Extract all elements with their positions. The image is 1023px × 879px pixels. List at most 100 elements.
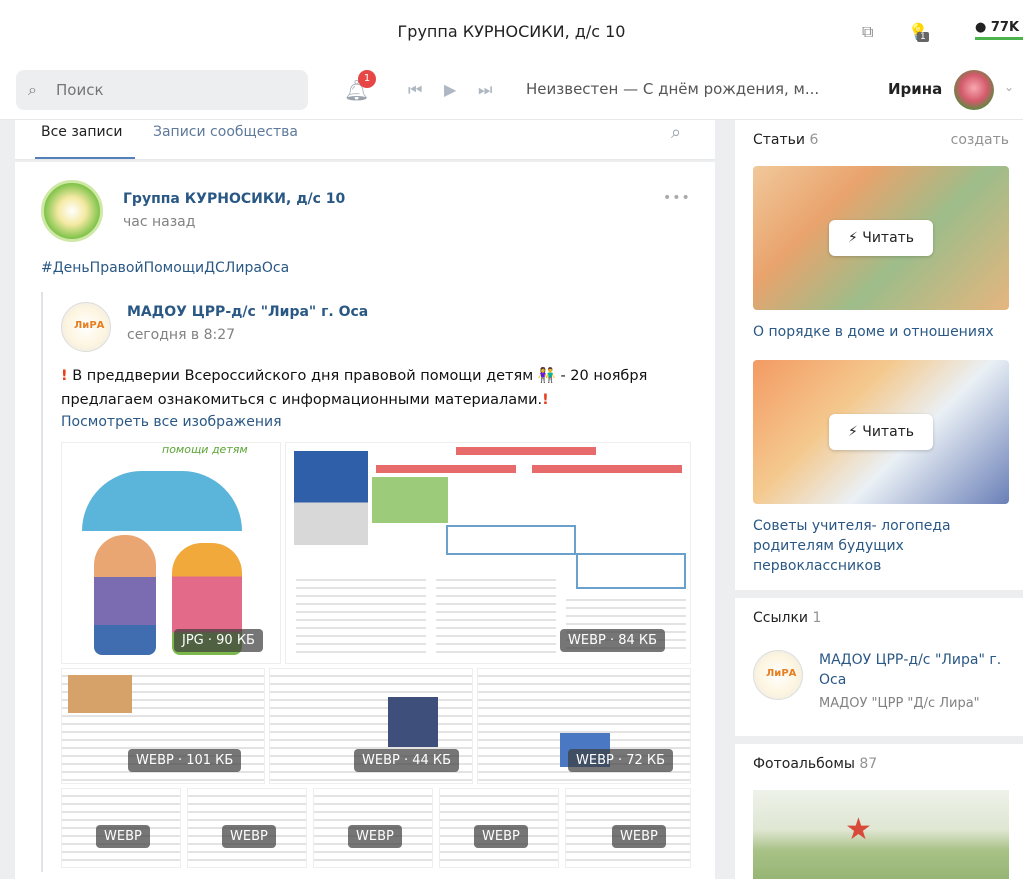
post-time[interactable]: час назад — [123, 214, 195, 230]
repost-text: ! В преддверии Всероссийского дня правов… — [61, 364, 691, 412]
image-caption: помощи детям — [162, 443, 248, 456]
search-input[interactable] — [56, 78, 296, 102]
tab-community-posts[interactable]: Записи сообщества — [153, 124, 298, 140]
doc-illustration — [388, 697, 438, 747]
repost-text-line1: В преддверии Всероссийского дня правовой… — [72, 368, 534, 384]
create-article-link[interactable]: создать — [951, 132, 1009, 148]
image-format-badge: WEBP — [348, 825, 402, 848]
right-sidebar: Статьи 6 создать ⚡ Читать О порядке в до… — [735, 120, 1023, 879]
read-article-button[interactable]: ⚡ Читать — [829, 220, 933, 256]
doc-box — [576, 553, 686, 589]
articles-card: Статьи 6 создать ⚡ Читать О порядке в до… — [735, 120, 1023, 590]
current-track[interactable]: Неизвестен — С днём рождения, м... — [526, 80, 819, 98]
gallery-image-doc[interactable]: WEBP — [439, 788, 559, 868]
post-author[interactable]: Группа КУРНОСИКИ, д/с 10 — [123, 191, 345, 207]
albums-count: 87 — [859, 756, 878, 772]
post-hashtag[interactable]: #ДеньПравойПомощиДСЛираОса — [41, 260, 289, 276]
top-navigation: ⌕ 🔔︎ 1 ⏮ ▶ ⏭ Неизвестен — С днём рождени… — [0, 60, 1023, 120]
albums-header[interactable]: Фотоальбомы 87 — [753, 756, 877, 772]
albums-title: Фотоальбомы — [753, 756, 855, 772]
chat-count: 77K — [990, 20, 1020, 35]
gallery-image-doc[interactable]: WEBP · 101 КБ — [61, 668, 265, 784]
article-cover-1[interactable]: ⚡ Читать — [753, 166, 1009, 310]
doc-text-block — [296, 573, 426, 653]
image-format-badge: WEBP · 44 КБ — [354, 749, 460, 772]
image-format-badge: WEBP · 84 КБ — [560, 629, 666, 652]
links-title: Ссылки — [753, 610, 809, 626]
article-title-1[interactable]: О порядке в доме и отношениях — [753, 322, 1009, 342]
main-column: Все записи Записи сообщества ⌕ Группа КУ… — [15, 120, 715, 879]
link-subtitle: МАДОУ "ЦРР "Д/с Лира" — [819, 696, 980, 711]
gallery-image-doc[interactable]: WEBP — [313, 788, 433, 868]
doc-header-bar — [456, 447, 596, 455]
gallery-image-doc[interactable]: WEBP · 72 КБ — [477, 668, 691, 784]
doc-header-bar — [376, 465, 516, 473]
repost-time[interactable]: сегодня в 8:27 — [127, 327, 235, 343]
links-header[interactable]: Ссылки 1 — [753, 610, 821, 626]
search-box[interactable]: ⌕ — [16, 70, 308, 110]
albums-card: Фотоальбомы 87 ★ — [735, 744, 1023, 879]
image-format-badge: JPG · 90 КБ — [174, 629, 263, 652]
next-track-icon[interactable]: ⏭ — [478, 80, 492, 100]
book-cover-graphic — [294, 451, 368, 545]
image-format-badge: WEBP — [612, 825, 666, 848]
active-tab-underline — [35, 157, 135, 159]
repost-block: ЛиРА МАДОУ ЦРР-д/с "Лира" г. Оса сегодня… — [41, 292, 701, 872]
tab-all-posts[interactable]: Все записи — [41, 124, 122, 140]
articles-count: 6 — [809, 132, 819, 148]
chevron-down-icon[interactable]: ⌄ — [1004, 80, 1014, 94]
search-icon[interactable]: ⌕ — [671, 122, 681, 143]
copy-window-icon[interactable]: ⧉ — [862, 22, 882, 42]
image-format-badge: WEBP — [474, 825, 528, 848]
repost-text-date: - 20 ноября — [560, 368, 648, 384]
articles-title: Статьи — [753, 132, 806, 148]
chat-indicator-line — [975, 37, 1023, 40]
gallery-image-doc[interactable]: WEBP — [187, 788, 307, 868]
children-emoji-icon: 👫 — [537, 368, 556, 384]
read-article-button[interactable]: ⚡ Читать — [829, 414, 933, 450]
exclamation-icon: ! — [542, 392, 549, 408]
exclamation-icon: ! — [61, 368, 68, 384]
repost-text-line2: предлагаем ознакомиться с информационным… — [61, 392, 543, 408]
icon-badge: 1 — [917, 32, 929, 42]
star-icon: ★ — [845, 812, 872, 847]
view-all-images-link[interactable]: Посмотреть все изображения — [61, 414, 282, 430]
gallery-image-umbrella[interactable]: помощи детям JPG · 90 КБ — [61, 442, 281, 664]
umbrella-graphic — [82, 471, 242, 531]
doc-illustration — [68, 675, 132, 713]
image-format-badge: WEBP — [222, 825, 276, 848]
link-title[interactable]: МАДОУ ЦРР-д/с "Лира" г. Оса — [819, 650, 1009, 690]
image-format-badge: WEBP — [96, 825, 150, 848]
image-format-badge: WEBP · 72 КБ — [568, 749, 674, 772]
previous-track-icon[interactable]: ⏮ — [408, 80, 422, 100]
album-cover[interactable]: ★ — [753, 790, 1009, 879]
article-cover-2[interactable]: ⚡ Читать — [753, 360, 1009, 504]
chat-counter[interactable]: ● 77K — [975, 20, 1019, 35]
doc-box — [446, 525, 576, 555]
search-icon: ⌕ — [28, 80, 37, 99]
user-avatar[interactable] — [954, 70, 994, 110]
more-options-icon[interactable]: ••• — [663, 190, 691, 206]
gallery-image-family-code[interactable]: WEBP · 84 КБ — [285, 442, 691, 664]
repost-avatar[interactable]: ЛиРА — [61, 302, 111, 352]
links-count: 1 — [812, 610, 822, 626]
repost-author[interactable]: МАДОУ ЦРР-д/с "Лира" г. Оса — [127, 304, 368, 320]
boy-graphic — [94, 535, 156, 655]
gallery-image-doc[interactable]: WEBP — [565, 788, 691, 868]
doc-text-block — [436, 573, 556, 653]
group-avatar[interactable] — [41, 180, 103, 242]
notification-badge: 1 — [358, 70, 376, 88]
user-name[interactable]: Ирина — [888, 80, 942, 98]
wall-post: Группа КУРНОСИКИ, д/с 10 час назад ••• #… — [15, 162, 715, 879]
wall-tabs: Все записи Записи сообщества ⌕ — [15, 120, 715, 160]
gallery-image-doc[interactable]: WEBP · 44 КБ — [269, 668, 473, 784]
window-titlebar: Группа КУРНОСИКИ, д/с 10 ⧉ 💡 1 ● 77K — [0, 0, 1023, 60]
link-avatar[interactable]: ЛиРА — [753, 650, 803, 700]
play-icon[interactable]: ▶ — [444, 80, 456, 99]
links-card: Ссылки 1 ЛиРА МАДОУ ЦРР-д/с "Лира" г. Ос… — [735, 598, 1023, 736]
articles-header[interactable]: Статьи 6 — [753, 132, 818, 148]
gallery-image-doc[interactable]: WEBP — [61, 788, 181, 868]
avatar-logo-text: ЛиРА — [766, 668, 797, 679]
article-title-2[interactable]: Советы учителя- логопеда родителям будущ… — [753, 516, 1009, 576]
image-gallery: помощи детям JPG · 90 КБ WEBP · 84 КБ WE… — [61, 442, 691, 872]
